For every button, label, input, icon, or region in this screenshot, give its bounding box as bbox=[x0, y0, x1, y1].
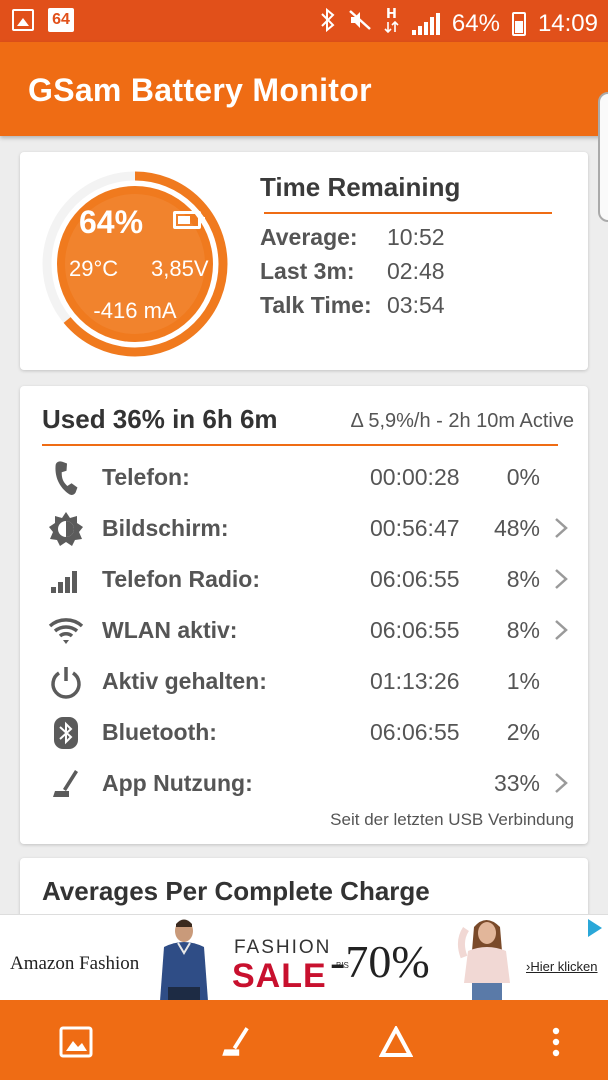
ad-sale: SALE bbox=[232, 957, 327, 995]
usage-time: 01:13:26 bbox=[370, 668, 460, 694]
battery-voltage: 3,85V bbox=[151, 256, 209, 281]
usage-percent: 0% bbox=[506, 464, 540, 490]
usage-name: Telefon Radio: bbox=[102, 566, 261, 592]
app-title: GSam Battery Monitor bbox=[28, 72, 372, 108]
edge-panel-handle[interactable] bbox=[598, 92, 608, 222]
usage-name: Bildschirm: bbox=[102, 515, 229, 541]
usage-footnote: Seit der letzten USB Verbindung bbox=[330, 810, 574, 829]
ad-model-woman-image bbox=[457, 920, 510, 1001]
time-remaining-label: Talk Time: bbox=[260, 292, 372, 318]
ad-cta-link[interactable]: ›Hier klicken bbox=[526, 959, 598, 974]
delta-button[interactable] bbox=[376, 1022, 416, 1062]
screen-brightness-icon bbox=[48, 511, 84, 547]
battery-temperature: 29°C bbox=[69, 256, 119, 281]
battery-charge-icon bbox=[173, 211, 205, 229]
app-usage-button[interactable] bbox=[216, 1022, 256, 1062]
ad-choices-icon[interactable] bbox=[588, 919, 602, 937]
clock: 14:09 bbox=[537, 9, 598, 37]
battery-summary-card[interactable]: 64% 29°C 3,85V -416 mA Time Remaining Av… bbox=[20, 152, 588, 370]
chevron-right-icon[interactable] bbox=[552, 517, 570, 539]
app-usage-icon bbox=[48, 766, 84, 802]
usage-row-app-nutzung[interactable]: App Nutzung: 33% bbox=[20, 758, 588, 808]
gauge-readout: 64% 29°C 3,85V -416 mA bbox=[41, 170, 229, 358]
usage-time: 06:06:55 bbox=[370, 617, 460, 643]
time-remaining-value: 10:52 bbox=[387, 224, 445, 250]
wifi-icon bbox=[48, 613, 84, 649]
usage-time: 06:06:55 bbox=[370, 719, 460, 745]
bluetooth-icon bbox=[48, 715, 84, 751]
bluetooth-status-icon bbox=[320, 7, 336, 39]
usage-percent: 2% bbox=[506, 719, 540, 745]
battery-icon bbox=[511, 11, 526, 36]
usage-rate: Δ 5,9%/h - 2h 10m Active bbox=[350, 410, 574, 432]
usage-percent: 33% bbox=[493, 770, 540, 796]
ad-discount: -70% bbox=[330, 936, 430, 987]
chevron-right-icon[interactable] bbox=[552, 772, 570, 794]
time-remaining-label: Average: bbox=[260, 224, 358, 250]
bottom-toolbar bbox=[0, 1000, 608, 1080]
app-bar: GSam Battery Monitor bbox=[0, 42, 608, 136]
signal-bars-icon bbox=[48, 562, 84, 598]
usage-card: Used 36% in 6h 6m Δ 5,9%/h - 2h 10m Acti… bbox=[20, 386, 588, 844]
gallery-icon bbox=[59, 1026, 93, 1058]
image-notification-icon bbox=[12, 9, 34, 31]
usage-percent: 1% bbox=[506, 668, 540, 694]
usage-name: App Nutzung: bbox=[102, 770, 253, 796]
time-remaining-value: 03:54 bbox=[387, 292, 445, 318]
usage-row-bildschirm[interactable]: Bildschirm: 00:56:47 48% bbox=[20, 503, 588, 553]
usage-row-aktiv-gehalten[interactable]: Aktiv gehalten: 01:13:26 1% bbox=[20, 656, 588, 706]
usage-row-bluetooth[interactable]: Bluetooth: 06:06:55 2% bbox=[20, 707, 588, 757]
usage-name: Bluetooth: bbox=[102, 719, 217, 745]
usage-time: 00:00:28 bbox=[370, 464, 460, 490]
averages-title: Averages Per Complete Charge bbox=[42, 876, 430, 906]
usage-name: Telefon: bbox=[102, 464, 190, 490]
more-vert-icon bbox=[552, 1027, 560, 1057]
usage-row-telefon-radio[interactable]: Telefon Radio: 06:06:55 8% bbox=[20, 554, 588, 604]
battery-percent-text: 64% bbox=[451, 9, 500, 37]
time-remaining-value: 02:48 bbox=[387, 258, 445, 284]
chevron-right-icon[interactable] bbox=[552, 619, 570, 641]
gallery-button[interactable] bbox=[56, 1022, 96, 1062]
time-remaining-divider bbox=[264, 212, 552, 214]
usage-time: 00:56:47 bbox=[370, 515, 460, 541]
usage-divider bbox=[42, 444, 558, 446]
time-remaining-label: Last 3m: bbox=[260, 258, 355, 284]
svg-text:H: H bbox=[386, 7, 397, 22]
chevron-right-icon[interactable] bbox=[552, 568, 570, 590]
time-remaining-talk: Talk Time: 03:54 bbox=[260, 292, 445, 319]
status-notifications: 64 bbox=[12, 8, 74, 32]
ad-banner[interactable]: Amazon Fashion FASHION SALE BIS -70% ›Hi… bbox=[0, 914, 608, 1001]
overflow-menu-button[interactable] bbox=[536, 1022, 576, 1062]
cell-signal-icon bbox=[411, 12, 440, 35]
usage-percent: 8% bbox=[506, 617, 540, 643]
time-remaining-average: Average: 10:52 bbox=[260, 224, 445, 251]
battery-current: -416 mA bbox=[93, 298, 177, 323]
usage-name: Aktiv gehalten: bbox=[102, 668, 267, 694]
usage-name: WLAN aktiv: bbox=[102, 617, 238, 643]
h-data-icon: H bbox=[384, 6, 400, 41]
phone-icon bbox=[48, 460, 84, 496]
status-bar: 64 H 64% 14:09 bbox=[0, 0, 608, 42]
delta-icon bbox=[379, 1026, 413, 1057]
usage-percent: 8% bbox=[506, 566, 540, 592]
app-usage-icon bbox=[222, 1027, 249, 1056]
ad-line1: FASHION bbox=[234, 937, 332, 958]
usage-time: 06:06:55 bbox=[370, 566, 460, 592]
usage-row-wlan[interactable]: WLAN aktiv: 06:06:55 8% bbox=[20, 605, 588, 655]
time-remaining-last3m: Last 3m: 02:48 bbox=[260, 258, 445, 285]
status-indicators: H 64% 14:09 bbox=[320, 6, 598, 41]
usage-title: Used 36% in 6h 6m bbox=[42, 404, 278, 434]
battery-percent: 64% bbox=[79, 204, 144, 240]
ad-model-man-image bbox=[160, 919, 208, 1001]
battery-level-notification-icon: 64 bbox=[48, 8, 74, 32]
power-icon bbox=[48, 664, 84, 700]
time-remaining-title: Time Remaining bbox=[260, 172, 461, 202]
ad-brand: Amazon Fashion bbox=[10, 953, 140, 974]
usage-row-telefon[interactable]: Telefon: 00:00:28 0% bbox=[20, 452, 588, 502]
mute-icon bbox=[348, 8, 372, 39]
usage-percent: 48% bbox=[493, 515, 540, 541]
